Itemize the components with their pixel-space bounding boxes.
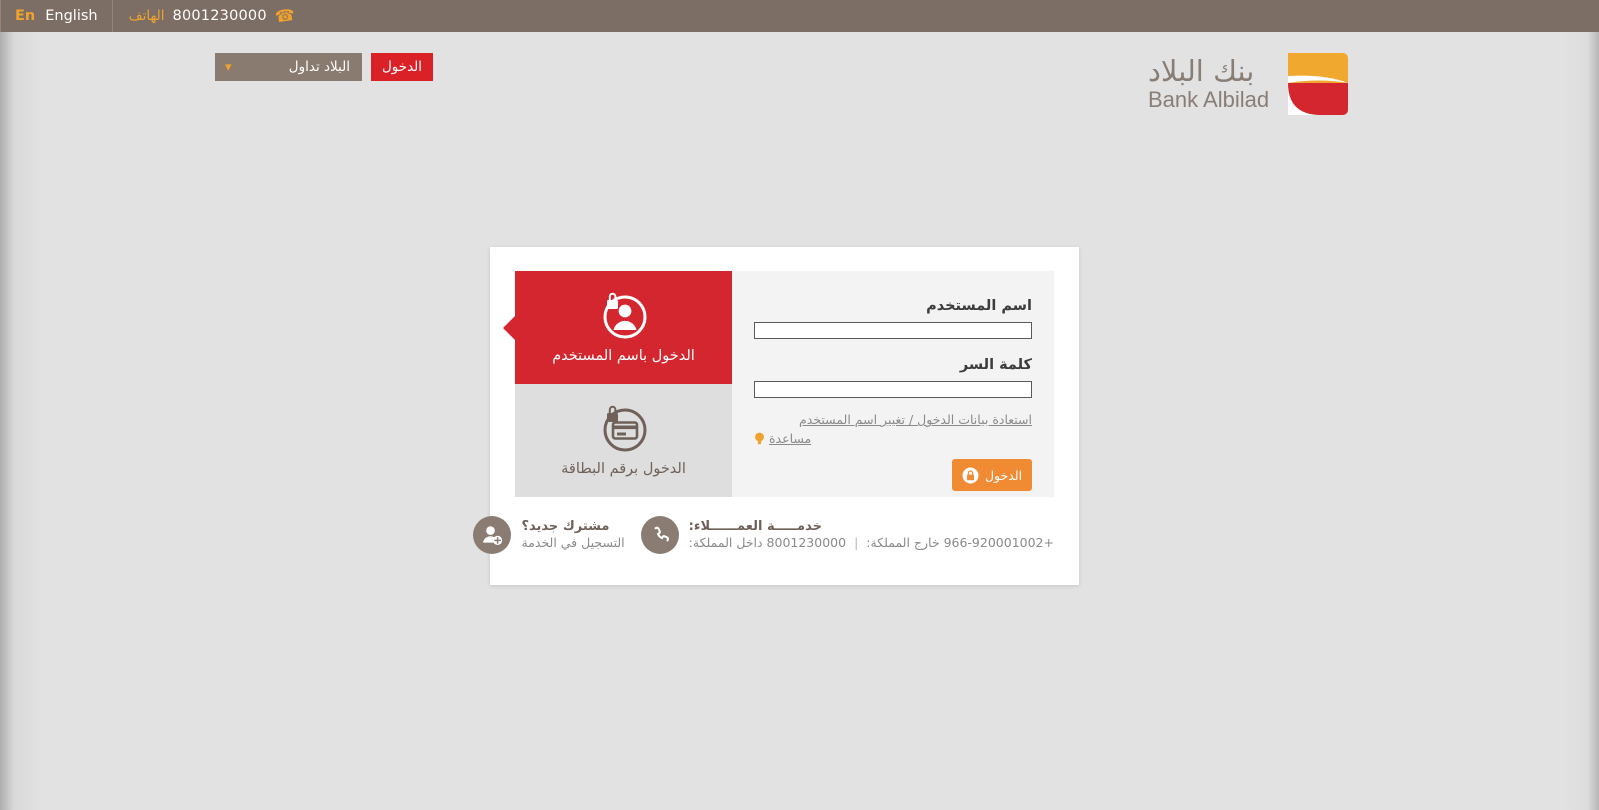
support-inside-number: 8001230000	[766, 535, 847, 551]
main-nav: الدخول البلاد تداول ▾	[215, 53, 433, 81]
support-outside-number: +966-920001002	[943, 535, 1054, 551]
support-separator: |	[854, 535, 859, 551]
recover-credentials-link[interactable]: استعادة بيانات الدخول / تغيير اسم المستخ…	[799, 412, 1032, 427]
new-user-badge[interactable]	[473, 516, 512, 554]
brand-logo[interactable]: بنك البلاد Bank Albilad	[1148, 48, 1368, 120]
customer-support-numbers: +966-920001002 خارج المملكة: | 800123000…	[689, 535, 1054, 552]
topbar-phone-block: ☎ 8001230000 الهاتف	[111, 0, 309, 32]
albilad-mark-icon	[1288, 53, 1349, 115]
phone-icon	[654, 526, 669, 542]
tab-login-by-username[interactable]: الدخول باسم المستخدم	[503, 271, 732, 384]
login-card: اسم المستخدم كلمة السر استعادة بيانات ال…	[473, 247, 1079, 585]
support-phone-badge	[640, 516, 679, 554]
brand-name-arabic: بنك البلاد	[1148, 54, 1255, 89]
help-link[interactable]: مساعدة	[769, 431, 811, 446]
tab-login-by-card-label: الدخول برقم البطاقة	[561, 461, 686, 477]
tab-login-by-card[interactable]: الدخول برقم البطاقة	[515, 384, 732, 497]
customer-support-text: خدمـــــة العمــــــلاء: +966-920001002 …	[689, 518, 1054, 552]
login-submit-button[interactable]: الدخول	[952, 459, 1032, 491]
chevron-down-icon: ▾	[225, 59, 232, 75]
login-card-footer: خدمـــــة العمــــــلاء: +966-920001002 …	[473, 509, 1054, 561]
language-switcher[interactable]: English En	[0, 0, 112, 32]
add-user-icon	[483, 526, 503, 545]
user-lock-icon	[603, 292, 646, 339]
nav-login-button[interactable]: الدخول	[371, 53, 433, 81]
submit-row: الدخول	[754, 459, 1032, 491]
nav-tadawul-dropdown[interactable]: البلاد تداول ▾	[215, 53, 362, 81]
password-input[interactable]	[754, 381, 1032, 398]
topbar-phone-label: الهاتف	[128, 8, 165, 24]
help-row: مساعدة	[754, 431, 811, 446]
nav-tadawul-label: البلاد تداول	[288, 59, 350, 75]
card-lock-icon	[603, 405, 646, 452]
top-utility-bar: ☎ 8001230000 الهاتف English En	[0, 0, 1599, 32]
login-card-body: اسم المستخدم كلمة السر استعادة بيانات ال…	[503, 271, 1054, 497]
login-form: اسم المستخدم كلمة السر استعادة بيانات ال…	[732, 271, 1054, 497]
tab-login-by-username-label: الدخول باسم المستخدم	[552, 348, 695, 364]
brand-name-english: Bank Albilad	[1148, 86, 1270, 112]
support-outside-label: خارج المملكة:	[866, 535, 940, 551]
brand-logo-text: بنك البلاد Bank Albilad	[1148, 56, 1269, 112]
topbar-phone-number: 8001230000	[172, 8, 267, 24]
phone-icon: ☎	[273, 4, 296, 27]
top-utility-bar-items: ☎ 8001230000 الهاتف English En	[0, 0, 309, 32]
form-helper-links: استعادة بيانات الدخول / تغيير اسم المستخ…	[754, 412, 1032, 446]
language-abbr[interactable]: En	[15, 8, 35, 24]
username-input[interactable]	[754, 322, 1032, 339]
new-user-subtitle[interactable]: التسجيل في الخدمة	[521, 535, 624, 552]
lock-icon	[962, 467, 979, 483]
customer-support-block: خدمـــــة العمــــــلاء: +966-920001002 …	[640, 516, 1054, 554]
password-label: كلمة السر	[959, 357, 1032, 373]
login-submit-label: الدخول	[984, 467, 1023, 483]
new-user-block[interactable]: مشترك جديد؟ التسجيل في الخدمة	[473, 516, 625, 554]
new-user-title: مشترك جديد؟	[521, 518, 610, 534]
new-user-text: مشترك جديد؟ التسجيل في الخدمة	[521, 518, 624, 552]
language-name[interactable]: English	[45, 8, 97, 24]
customer-support-title: خدمـــــة العمــــــلاء:	[688, 518, 822, 534]
support-inside-label: داخل المملكة:	[688, 535, 763, 551]
login-method-tabs: الدخول باسم المستخدم الدخول برقم البطاقة	[503, 271, 732, 497]
username-label: اسم المستخدم	[926, 298, 1032, 314]
lightbulb-icon	[755, 432, 764, 445]
